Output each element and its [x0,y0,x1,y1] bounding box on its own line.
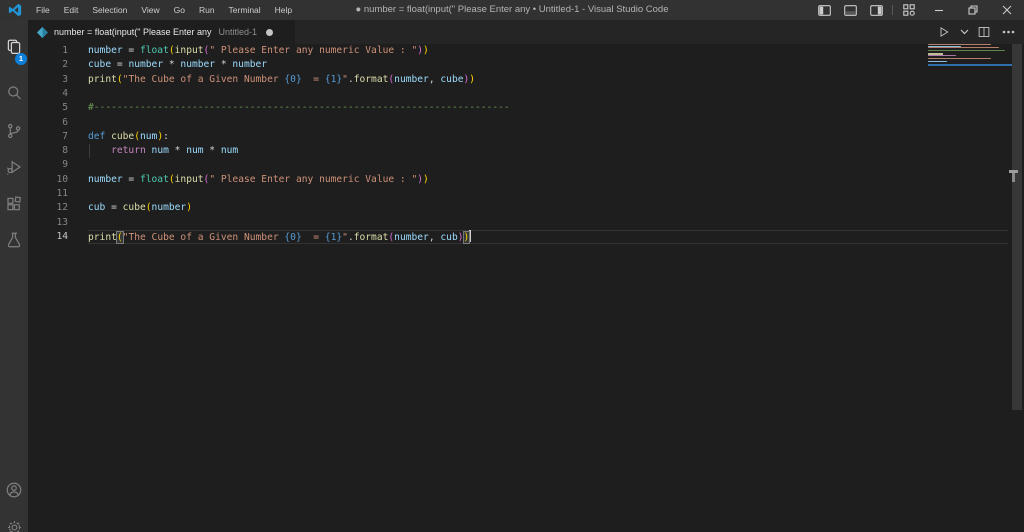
tab-description: Untitled-1 [218,27,258,37]
minimap-line [928,57,991,60]
code-editor[interactable]: 1 number = float(input(" Please Enter any… [28,44,1024,532]
code-line-10[interactable]: number = float(input(" Please Enter any … [88,173,429,188]
search-icon[interactable] [0,78,28,108]
line-number: 2 [62,59,68,71]
toggle-secondary-sidebar-icon[interactable] [863,0,889,20]
line-number: 9 [62,159,68,171]
split-editor-icon[interactable] [974,22,994,42]
code-line-5[interactable]: #---------------------------------------… [88,101,510,116]
line-number: 5 [62,102,68,114]
titlebar-separator [892,5,893,15]
python-file-icon [36,26,49,38]
code-line-3[interactable]: print("The Cube of a Given Number {0} = … [88,73,475,88]
extensions-icon[interactable] [0,189,28,219]
vertical-scrollbar[interactable] [1012,44,1022,410]
restore-button[interactable] [956,0,990,20]
testing-icon[interactable] [0,225,28,255]
titlebar: File Edit Selection View Go Run Terminal Help ●… [0,0,1024,20]
editor-actions [934,20,1018,44]
line-number: 1 [62,45,68,56]
source-control-icon[interactable] [0,116,28,146]
titlebar-controls [811,0,1024,20]
more-actions-icon[interactable] [998,22,1018,42]
explorer-icon[interactable]: 1 [0,32,28,65]
customize-layout-icon[interactable] [896,0,922,20]
line-number: 11 [56,188,68,199]
line-number: 4 [62,87,68,99]
accounts-icon[interactable] [0,475,28,505]
tab-label: number = float(input(" Please Enter any [54,27,212,37]
menu-item-help[interactable]: Help [268,0,299,20]
minimap-current-line-bar [928,64,1012,67]
activity-bar: 1 [0,20,28,532]
tab-bar: number = float(input(" Please Enter any … [28,20,1024,44]
line-number: 6 [62,116,68,128]
line-number: 13 [56,216,68,228]
code-line-12[interactable]: cub = cube(number) [88,201,192,216]
minimap-line [928,54,956,57]
line-number: 14 [56,230,68,242]
menu-item-edit[interactable]: Edit [57,0,86,20]
text-cursor [469,229,471,242]
minimap-line [928,61,948,63]
line-number: 10 [56,173,68,185]
toggle-primary-sidebar-icon[interactable] [811,0,837,20]
code-line-8[interactable]: return num * num * num [88,144,238,159]
menubar: File Edit Selection View Go Run Terminal Help [29,0,299,20]
close-button[interactable] [990,0,1024,20]
line-number: 3 [62,73,68,85]
line-number: 12 [56,202,68,214]
vscode-logo-icon [8,3,22,17]
tab-modified-dot[interactable] [266,28,274,36]
settings-gear-icon[interactable] [0,512,28,532]
line-number: 7 [62,130,68,142]
menu-item-selection[interactable]: Selection [85,0,134,20]
run-and-debug-icon[interactable] [0,152,28,182]
run-button[interactable] [934,22,954,42]
code-line-7[interactable]: def cube(num): [88,130,169,145]
code-line-14[interactable]: print("The Cube of a Given Number {0} = … [88,229,471,245]
text-ibeam-cursor-artifact [1009,170,1019,182]
minimap-line [928,50,1006,52]
minimap[interactable] [928,44,1012,532]
minimize-button[interactable] [922,0,956,20]
menu-item-run[interactable]: Run [192,0,222,20]
vscode-window: File Edit Selection View Go Run Terminal Help ●… [0,0,1024,532]
menu-item-file[interactable]: File [29,0,57,20]
code-line-2[interactable]: cube = number * number * number [88,58,267,73]
tab-untitled-1[interactable]: number = float(input(" Please Enter any … [28,20,296,44]
menu-item-terminal[interactable]: Terminal [222,0,268,20]
line-number: 8 [62,145,68,157]
run-dropdown-chevron-icon[interactable] [958,22,970,42]
menu-item-go[interactable]: Go [167,0,192,20]
code-line-1[interactable]: number = float(input(" Please Enter any … [88,44,429,59]
toggle-panel-icon[interactable] [837,0,863,20]
minimap-line [928,47,1000,49]
menu-item-view[interactable]: View [134,0,166,20]
explorer-badge: 1 [15,53,27,65]
